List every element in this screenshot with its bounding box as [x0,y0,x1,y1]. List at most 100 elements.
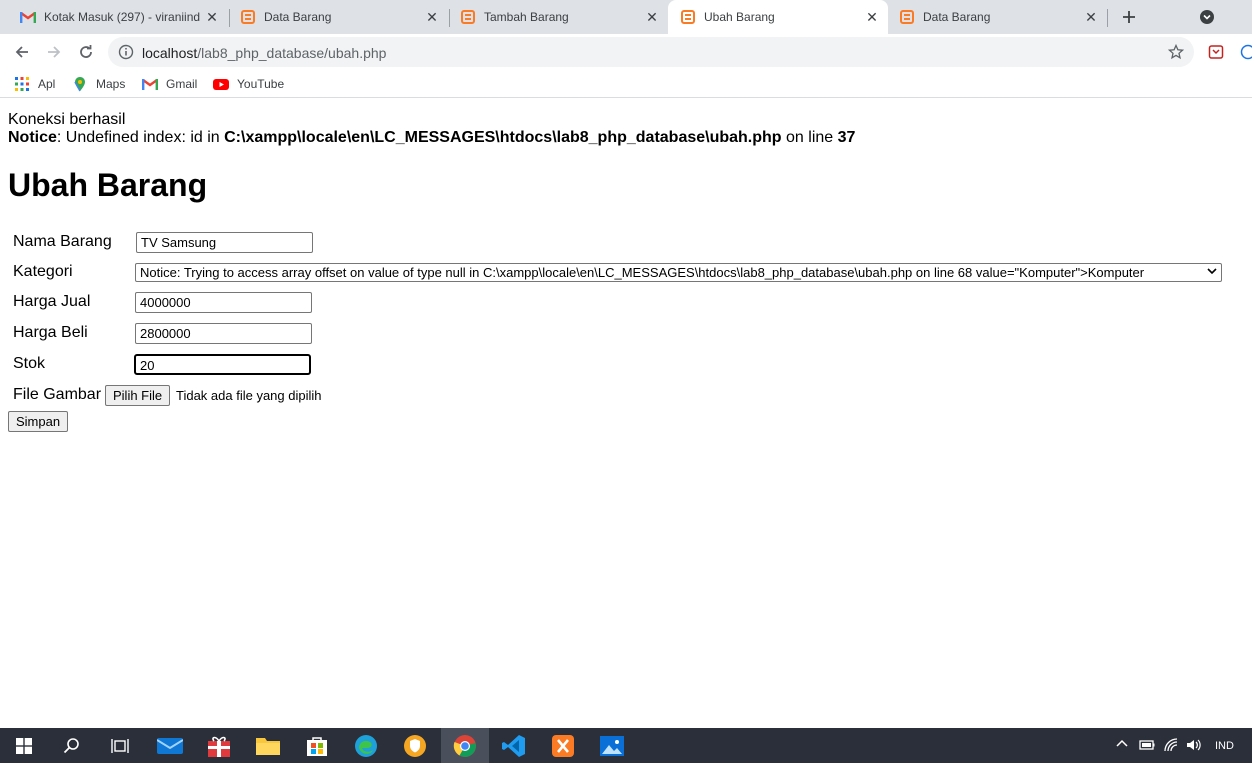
page-title: Ubah Barang [8,167,208,203]
bookmark-label: Maps [96,77,126,91]
pocket-extension-button[interactable] [1202,38,1230,66]
notice-text: on line [781,129,838,146]
shield-icon [404,734,426,757]
tab-search-button[interactable] [1193,3,1221,31]
xampp-icon [899,9,915,25]
nama-label: Nama Barang [13,233,112,250]
photos-button[interactable] [588,728,636,763]
tab-ubah-barang[interactable]: Ubah Barang ✕ [668,0,888,34]
forward-button[interactable] [40,38,68,66]
store-icon [307,736,327,756]
nama-input[interactable]: TV Samsung [136,232,313,253]
url-path: /lab8_php_database/ubah.php [197,45,387,61]
new-tab-button[interactable] [1115,3,1143,31]
gmail-icon [142,79,158,90]
gift-icon [208,736,230,757]
kategori-select[interactable]: Notice: Trying to access array offset on… [135,263,1222,282]
tab-strip: Kotak Masuk (297) - viraniind ✕ Data Bar… [0,0,1252,34]
php-notice: Notice: Undefined index: id in C:\xampp\… [8,129,855,147]
tab-gmail[interactable]: Kotak Masuk (297) - viraniind ✕ [8,0,228,34]
tab-data-barang-2[interactable]: Data Barang ✕ [887,0,1107,34]
tab-title: Ubah Barang [704,10,775,24]
task-view-button[interactable] [96,728,144,763]
bookmark-label: YouTube [237,77,285,91]
connection-message: Koneksi berhasil [8,111,126,128]
network-status[interactable] [1164,738,1180,755]
vpn-app-button[interactable] [391,728,439,763]
chrome-button[interactable] [441,728,489,763]
profile-icon [1240,44,1252,60]
bookmark-maps[interactable]: Maps [72,76,125,92]
search-button[interactable] [48,728,96,763]
xampp-icon [552,734,574,757]
notice-text: : Undefined index: id in [56,129,225,146]
wifi-icon [1164,738,1178,752]
youtube-icon [213,79,229,90]
maps-icon [74,77,85,92]
close-icon[interactable]: ✕ [424,9,440,25]
windows-taskbar: IND [0,728,1252,763]
input-language[interactable]: IND [1215,740,1234,752]
close-icon[interactable]: ✕ [644,9,660,25]
kategori-label: Kategori [13,263,73,280]
store-button[interactable] [293,728,341,763]
harga-jual-input[interactable]: 4000000 [135,292,312,313]
chevron-down-icon [1207,265,1217,279]
notice-line: 37 [837,129,856,146]
bookmark-youtube[interactable]: YouTube [213,76,284,92]
harga-beli-input[interactable]: 2800000 [135,323,312,344]
volume-control[interactable] [1186,738,1202,755]
arrow-right-icon [48,46,61,58]
bookmark-gmail[interactable]: Gmail [142,76,197,92]
xampp-icon [680,9,696,25]
close-icon[interactable]: ✕ [1083,9,1099,25]
pocket-icon [1208,45,1224,59]
reload-icon [80,45,92,58]
bookmark-label: Apl [38,77,56,91]
xampp-button[interactable] [539,728,587,763]
windows-icon [16,737,32,754]
gift-app-button[interactable] [195,728,243,763]
start-button[interactable] [0,728,48,763]
close-icon[interactable]: ✕ [204,9,220,25]
photos-icon [600,735,624,756]
vscode-button[interactable] [490,728,538,763]
address-bar[interactable]: localhost/lab8_php_database/ubah.php [108,37,1194,67]
apps-grid-icon [15,77,29,91]
chevron-down-circle-icon [1200,10,1214,24]
close-icon[interactable]: ✕ [864,9,880,25]
kategori-selected: Notice: Trying to access array offset on… [140,265,1145,280]
tab-tambah-barang[interactable]: Tambah Barang ✕ [448,0,668,34]
star-icon[interactable] [1168,44,1184,60]
profile-button[interactable] [1234,38,1252,66]
harga-jual-label: Harga Jual [13,293,91,310]
tab-title: Tambah Barang [484,10,569,24]
xampp-icon [240,9,256,25]
reload-button[interactable] [72,38,100,66]
tab-title: Data Barang [923,10,991,24]
notice-label: Notice [8,129,57,146]
file-explorer-button[interactable] [244,728,292,763]
info-icon[interactable] [118,44,134,60]
stok-label: Stok [13,355,46,372]
vscode-icon [502,734,525,757]
choose-file-button[interactable]: Pilih File [105,385,171,406]
page-content: Koneksi berhasil Notice: Undefined index… [0,103,1252,728]
battery-status[interactable] [1139,739,1155,754]
tab-data-barang[interactable]: Data Barang ✕ [228,0,448,34]
bookmark-apps[interactable]: Apl [14,76,55,92]
speaker-icon [1187,739,1201,751]
folder-icon [256,737,280,755]
mail-app-button[interactable] [146,728,194,763]
save-button[interactable]: Simpan [8,411,69,432]
file-label: File Gambar [13,386,102,403]
back-button[interactable] [8,38,36,66]
notice-path: C:\xampp\locale\en\LC_MESSAGES\htdocs\la… [224,129,782,146]
file-status: Tidak ada file yang dipilih [176,388,322,403]
mail-icon [157,737,183,754]
stok-input[interactable]: 20 [134,354,311,375]
battery-icon [1139,740,1155,750]
show-hidden-icons-button[interactable] [1116,738,1128,753]
bookmark-label: Gmail [166,77,198,91]
edge-button[interactable] [342,728,390,763]
